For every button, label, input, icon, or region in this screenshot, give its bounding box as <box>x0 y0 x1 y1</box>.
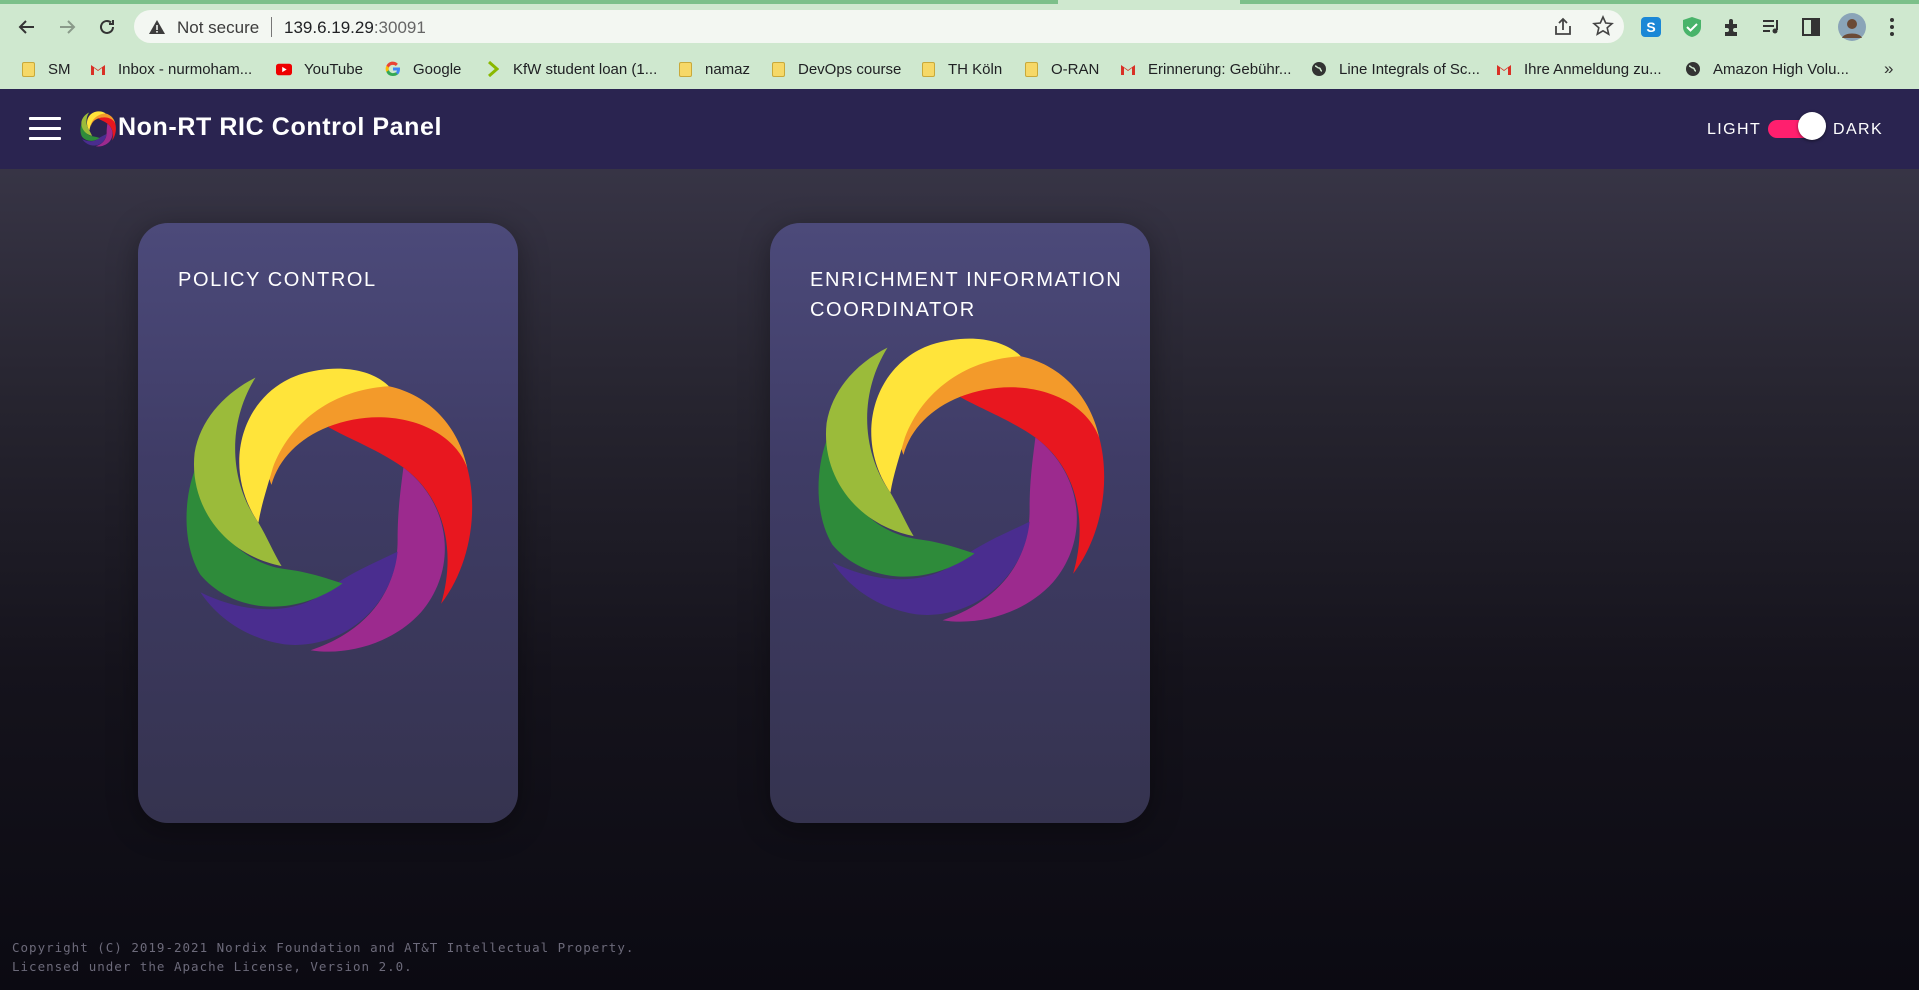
bookmarks-bar: SM Inbox - nurmoham... YouTube Google Kf… <box>0 49 1919 89</box>
bookmark-label: Inbox - nurmoham... <box>118 60 253 78</box>
app-content: Non-RT RIC Control Panel LIGHT DARK POLI… <box>0 89 1919 990</box>
bookmark-label: Erinnerung: Gebühr... <box>1148 60 1292 78</box>
share-icon[interactable] <box>1552 16 1574 38</box>
bookmark-item[interactable]: DevOps course <box>770 58 901 80</box>
warning-icon[interactable] <box>148 18 166 36</box>
browser-chrome: Not secure 139.6.19.29:30091 S SM Inbox … <box>0 0 1919 89</box>
bookmark-item[interactable]: Google <box>385 58 461 80</box>
bookmark-item[interactable]: Erinnerung: Gebühr... <box>1120 58 1291 80</box>
bookmark-label: YouTube <box>304 60 363 78</box>
folder-icon <box>1023 61 1039 77</box>
gmail-icon <box>1496 61 1512 77</box>
back-button[interactable] <box>12 12 42 42</box>
globe-icon <box>1311 61 1327 77</box>
bookmark-item[interactable]: KfW student loan (1... <box>485 58 657 80</box>
bookmark-item[interactable]: namaz <box>677 58 750 80</box>
reload-button[interactable] <box>92 12 122 42</box>
bookmark-label: Ihre Anmeldung zu... <box>1524 60 1662 78</box>
puzzle-extensions-icon[interactable] <box>1720 15 1744 39</box>
copyright-footer: Copyright (C) 2019-2021 Nordix Foundatio… <box>12 938 634 976</box>
google-icon <box>385 61 401 77</box>
bookmark-label: TH Köln <box>948 60 1003 78</box>
bookmark-label: Line Integrals of Sc... <box>1339 60 1480 78</box>
bookmark-item[interactable]: SM <box>20 58 71 80</box>
bookmark-label: namaz <box>705 60 751 78</box>
folder-icon <box>20 61 36 77</box>
gmail-icon <box>90 61 106 77</box>
url-host: 139.6.19.29 <box>284 18 374 37</box>
dark-mode-toggle[interactable] <box>1768 112 1826 140</box>
folder-icon <box>920 61 936 77</box>
browser-menu-icon[interactable] <box>1880 15 1904 39</box>
enrichment-information-coordinator-card[interactable]: ENRICHMENT INFORMATION COORDINATOR <box>770 223 1150 823</box>
back-arrow-icon <box>18 20 34 34</box>
bookmark-item[interactable]: TH Köln <box>920 58 1002 80</box>
bookmark-label: DevOps course <box>798 60 902 78</box>
bookmark-label: Amazon High Volu... <box>1713 60 1849 78</box>
bookmark-item[interactable]: Line Integrals of Sc... <box>1311 58 1480 80</box>
profile-avatar[interactable] <box>1838 13 1866 41</box>
forward-button[interactable] <box>52 12 82 42</box>
footer-copyright-line: Copyright (C) 2019-2021 Nordix Foundatio… <box>12 940 635 955</box>
address-bar[interactable]: Not secure 139.6.19.29:30091 <box>134 10 1624 43</box>
oran-logo-icon <box>80 111 116 147</box>
svg-text:S: S <box>1646 19 1655 35</box>
bookmark-star-icon[interactable] <box>1592 15 1614 37</box>
globe-icon <box>1685 61 1701 77</box>
oran-logo-icon <box>183 366 473 656</box>
bookmark-label: Google <box>413 60 462 78</box>
menu-icon[interactable] <box>29 117 61 141</box>
dark-mode-label: DARK <box>1833 121 1884 138</box>
skype-extension-icon[interactable]: S <box>1639 15 1663 39</box>
url-port: :30091 <box>373 18 426 37</box>
security-status: Not secure <box>177 18 260 37</box>
bookmark-label: SM <box>48 60 71 78</box>
folder-icon <box>677 61 693 77</box>
toggle-thumb <box>1798 112 1826 140</box>
bookmark-label: O-RAN <box>1051 60 1100 78</box>
card-title: ENRICHMENT INFORMATION COORDINATOR <box>810 269 1123 321</box>
shield-extension-icon[interactable] <box>1680 15 1704 39</box>
card-title: POLICY CONTROL <box>178 269 377 291</box>
folder-icon <box>770 61 786 77</box>
reload-icon <box>100 19 114 34</box>
policy-control-card[interactable]: POLICY CONTROL <box>138 223 518 823</box>
app-title: Non-RT RIC Control Panel <box>118 113 443 141</box>
bookmark-item[interactable]: Amazon High Volu... <box>1685 58 1849 80</box>
bookmark-label: KfW student loan (1... <box>513 60 658 78</box>
gmail-icon <box>1120 61 1136 77</box>
side-panel-icon[interactable] <box>1799 15 1823 39</box>
navigation-bar: Not secure 139.6.19.29:30091 S <box>0 4 1919 49</box>
youtube-icon <box>276 61 292 77</box>
forward-arrow-icon <box>60 20 76 34</box>
bookmark-item[interactable]: Inbox - nurmoham... <box>90 58 252 80</box>
url-text[interactable]: 139.6.19.29:30091 <box>284 18 426 38</box>
bookmark-item[interactable]: Ihre Anmeldung zu... <box>1496 58 1662 80</box>
address-divider <box>271 17 272 37</box>
kfw-icon <box>485 61 501 77</box>
footer-license-line: Licensed under the Apache License, Versi… <box>12 959 413 974</box>
app-toolbar: Non-RT RIC Control Panel LIGHT DARK <box>0 89 1919 169</box>
oran-logo-icon <box>815 336 1105 626</box>
bookmark-item[interactable]: O-RAN <box>1023 58 1099 80</box>
media-control-icon[interactable] <box>1760 15 1784 39</box>
light-mode-label: LIGHT <box>1707 121 1762 138</box>
bookmark-item[interactable]: YouTube <box>276 58 363 80</box>
bookmarks-overflow-button[interactable]: » <box>1884 59 1893 79</box>
